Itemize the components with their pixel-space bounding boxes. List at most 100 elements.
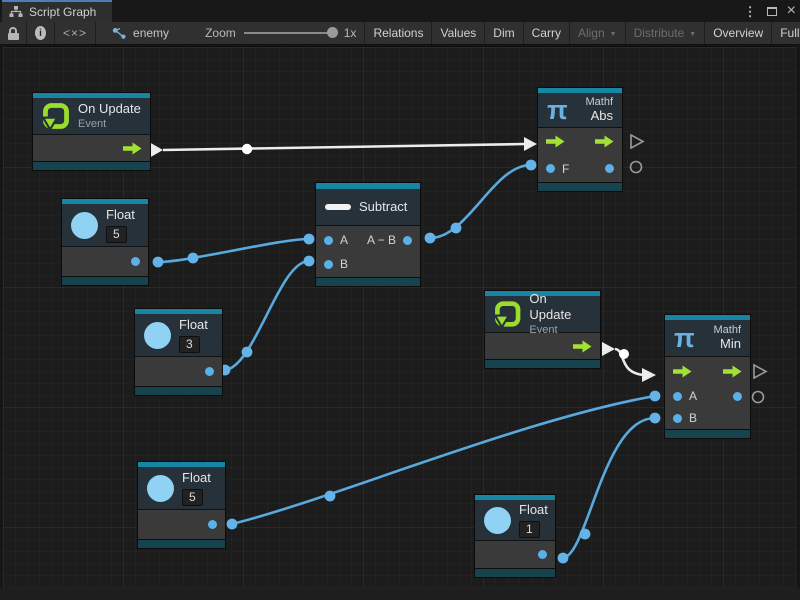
port-label: B <box>689 411 697 425</box>
value-in-port-a[interactable] <box>673 392 682 401</box>
float-value-input[interactable]: 1 <box>519 521 540 538</box>
value-out-port[interactable] <box>208 520 217 529</box>
node-title: Float <box>106 207 135 223</box>
connection-subtract-to-abs-f[interactable] <box>425 160 537 244</box>
wire-midpoint-dot[interactable] <box>325 491 336 502</box>
graph-tab-icon <box>9 6 23 18</box>
distribute-button[interactable]: Distribute▼ <box>626 22 706 44</box>
connection-float5bottom-to-min-a[interactable] <box>227 391 661 530</box>
dim-button[interactable]: Dim <box>485 22 523 44</box>
connection-onupdate2-to-min[interactable] <box>602 342 656 382</box>
zoom-slider[interactable] <box>244 26 336 40</box>
graph-canvas[interactable]: On Update Event π Mathf Abs <box>3 46 797 588</box>
zoom-control: Zoom 1x <box>177 22 365 44</box>
port-label: A − B <box>367 233 396 247</box>
float-value-input[interactable]: 5 <box>106 226 127 243</box>
float-icon <box>147 475 174 502</box>
graph-breadcrumb[interactable]: enemy <box>96 22 177 44</box>
full-screen-button[interactable]: Full Screen <box>772 22 800 44</box>
node-title: Abs <box>585 108 613 124</box>
node-header: Float 5 <box>62 204 148 246</box>
value-out-port[interactable] <box>205 367 214 376</box>
pi-icon: π <box>674 325 695 352</box>
wire-midpoint-dot[interactable] <box>188 253 199 264</box>
port-label: B <box>340 257 348 271</box>
ghost-exec-port-abs[interactable] <box>631 135 643 148</box>
node-on-update-2[interactable]: On Update Event <box>485 291 600 368</box>
overview-button[interactable]: Overview <box>705 22 772 44</box>
zoom-slider-track <box>244 32 336 34</box>
values-button[interactable]: Values <box>432 22 485 44</box>
value-in-port-b[interactable] <box>324 260 333 269</box>
node-footer <box>135 386 222 395</box>
connection-float3-to-subtract-b[interactable] <box>220 256 315 376</box>
exec-in-port[interactable] <box>673 365 692 378</box>
wire-midpoint-dot[interactable] <box>451 223 462 234</box>
tab-label: Script Graph <box>29 5 96 19</box>
ghost-value-port-min[interactable] <box>753 392 764 403</box>
node-subtract[interactable]: Subtract A A − B B <box>316 183 420 286</box>
node-footer <box>33 161 150 170</box>
float-value-input[interactable]: 5 <box>182 489 203 506</box>
value-in-port-f[interactable] <box>546 164 555 173</box>
close-icon[interactable]: × <box>787 3 796 19</box>
maximize-icon[interactable] <box>767 7 777 16</box>
node-on-update-1[interactable]: On Update Event <box>33 93 150 170</box>
zoom-label: Zoom <box>205 26 236 40</box>
graph-name-label: enemy <box>133 26 169 40</box>
node-header: Float 5 <box>138 467 225 509</box>
node-header: On Update Event <box>485 296 600 332</box>
value-out-port[interactable] <box>403 236 412 245</box>
exec-out-port[interactable] <box>595 135 614 148</box>
exec-out-port[interactable] <box>123 142 142 155</box>
value-out-port[interactable] <box>605 164 614 173</box>
node-header: π Mathf Abs <box>538 93 622 127</box>
exec-out-port[interactable] <box>573 340 592 353</box>
lock-button[interactable] <box>0 22 27 44</box>
node-float-5-bottom[interactable]: Float 5 <box>138 462 225 548</box>
chevron-down-icon: ▼ <box>689 31 696 38</box>
zoom-slider-handle[interactable] <box>327 27 338 38</box>
window-bottom-edge <box>0 588 800 600</box>
zoom-value: 1x <box>344 26 357 40</box>
exec-in-port[interactable] <box>546 135 565 148</box>
float-icon <box>144 322 171 349</box>
value-in-port-b[interactable] <box>673 414 682 423</box>
window-menu-icon[interactable]: ⋮ <box>744 5 757 18</box>
tab-script-graph[interactable]: Script Graph <box>2 0 112 22</box>
lock-icon <box>8 27 19 40</box>
node-mathf-min[interactable]: π Mathf Min A <box>665 315 750 438</box>
node-title: Subtract <box>359 199 407 215</box>
wire-midpoint-dot[interactable] <box>580 529 591 540</box>
node-float-3[interactable]: Float 3 <box>135 309 222 395</box>
wire-midpoint-dot[interactable] <box>242 347 253 358</box>
node-float-5-top[interactable]: Float 5 <box>62 199 148 285</box>
exec-out-port[interactable] <box>723 365 742 378</box>
carry-button[interactable]: Carry <box>524 22 570 44</box>
node-mathf-abs[interactable]: π Mathf Abs F <box>538 88 622 191</box>
value-out-port[interactable] <box>733 392 742 401</box>
relations-button[interactable]: Relations <box>365 22 432 44</box>
wire-midpoint-dot[interactable] <box>242 144 252 154</box>
value-out-port[interactable] <box>538 550 547 559</box>
node-float-1[interactable]: Float 1 <box>475 495 555 577</box>
node-title: On Update <box>78 101 141 117</box>
align-button[interactable]: Align▼ <box>570 22 626 44</box>
node-footer <box>62 276 148 285</box>
node-category: Mathf <box>585 96 613 108</box>
ghost-value-port-abs[interactable] <box>631 162 642 173</box>
info-button[interactable]: i <box>27 22 55 44</box>
value-out-port[interactable] <box>131 257 140 266</box>
value-in-port-a[interactable] <box>324 236 333 245</box>
wire-midpoint-dot[interactable] <box>619 349 629 359</box>
node-header: Float 3 <box>135 314 222 356</box>
connection-float5top-to-subtract-a[interactable] <box>153 234 315 268</box>
node-category: Mathf <box>713 324 741 336</box>
node-header: Subtract <box>316 189 420 225</box>
code-view-button[interactable]: <×> <box>55 22 96 44</box>
float-value-input[interactable]: 3 <box>179 336 200 353</box>
connection-float1-to-min-b[interactable] <box>558 413 661 564</box>
ghost-exec-port-min[interactable] <box>754 365 766 378</box>
connection-onupdate1-to-abs[interactable] <box>149 137 537 158</box>
chevron-down-icon: ▼ <box>610 31 617 38</box>
